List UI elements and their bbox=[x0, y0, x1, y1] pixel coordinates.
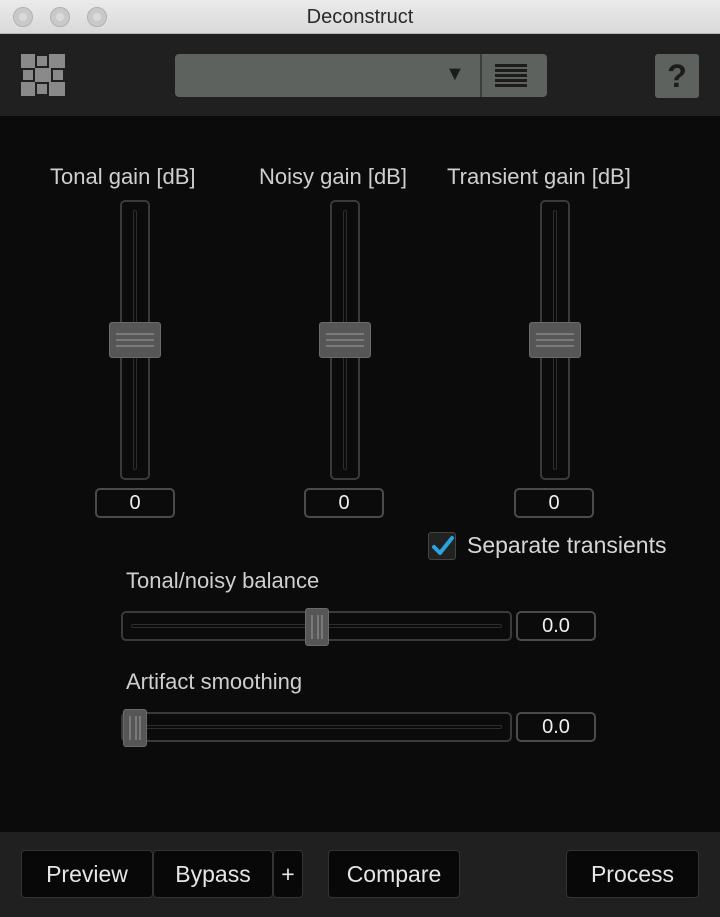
separate-transients-checkbox[interactable] bbox=[428, 532, 456, 560]
smoothing-value[interactable]: 0.0 bbox=[516, 712, 596, 742]
checkmark-icon bbox=[432, 536, 454, 555]
balance-slider[interactable] bbox=[121, 608, 512, 646]
preset-dropdown[interactable]: ▼ bbox=[175, 54, 547, 97]
smoothing-slider[interactable] bbox=[121, 709, 512, 747]
balance-thumb[interactable] bbox=[304, 608, 329, 646]
noisy-gain-value[interactable]: 0 bbox=[304, 488, 384, 518]
tonal-gain-thumb[interactable] bbox=[109, 322, 161, 358]
bypass-button[interactable]: Bypass bbox=[153, 850, 273, 898]
toolbar: ▼ ? bbox=[0, 34, 720, 116]
title-bar: Deconstruct bbox=[0, 0, 720, 34]
window-title: Deconstruct bbox=[306, 6, 414, 28]
bypass-plus-button[interactable]: + bbox=[273, 850, 303, 898]
separate-transients-label: Separate transients bbox=[467, 532, 667, 558]
transient-gain-label: Transient gain [dB] bbox=[447, 164, 631, 189]
smoothing-label: Artifact smoothing bbox=[126, 669, 303, 694]
balance-label: Tonal/noisy balance bbox=[126, 568, 320, 593]
compare-button[interactable]: Compare bbox=[328, 850, 460, 898]
tonal-gain-label: Tonal gain [dB] bbox=[50, 164, 196, 189]
list-menu-icon[interactable] bbox=[495, 64, 527, 88]
process-button[interactable]: Process bbox=[566, 850, 699, 898]
transient-gain-value[interactable]: 0 bbox=[514, 488, 594, 518]
triangle-down-icon[interactable]: ▼ bbox=[445, 63, 465, 86]
bottom-bar: Preview Bypass + Compare Process bbox=[0, 832, 720, 917]
puzzle-logo-icon bbox=[21, 54, 65, 96]
help-button[interactable]: ? bbox=[655, 54, 699, 98]
transient-gain-thumb[interactable] bbox=[529, 322, 581, 358]
tonal-gain-value[interactable]: 0 bbox=[95, 488, 175, 518]
main-panel: Tonal gain [dB] 0 Noisy gain [dB] 0 Tran… bbox=[0, 116, 720, 832]
noisy-gain-label: Noisy gain [dB] bbox=[259, 164, 407, 189]
balance-value[interactable]: 0.0 bbox=[516, 611, 596, 641]
noisy-gain-thumb[interactable] bbox=[319, 322, 371, 358]
preview-button[interactable]: Preview bbox=[21, 850, 153, 898]
preset-divider bbox=[480, 54, 482, 97]
smoothing-thumb[interactable] bbox=[123, 709, 147, 747]
